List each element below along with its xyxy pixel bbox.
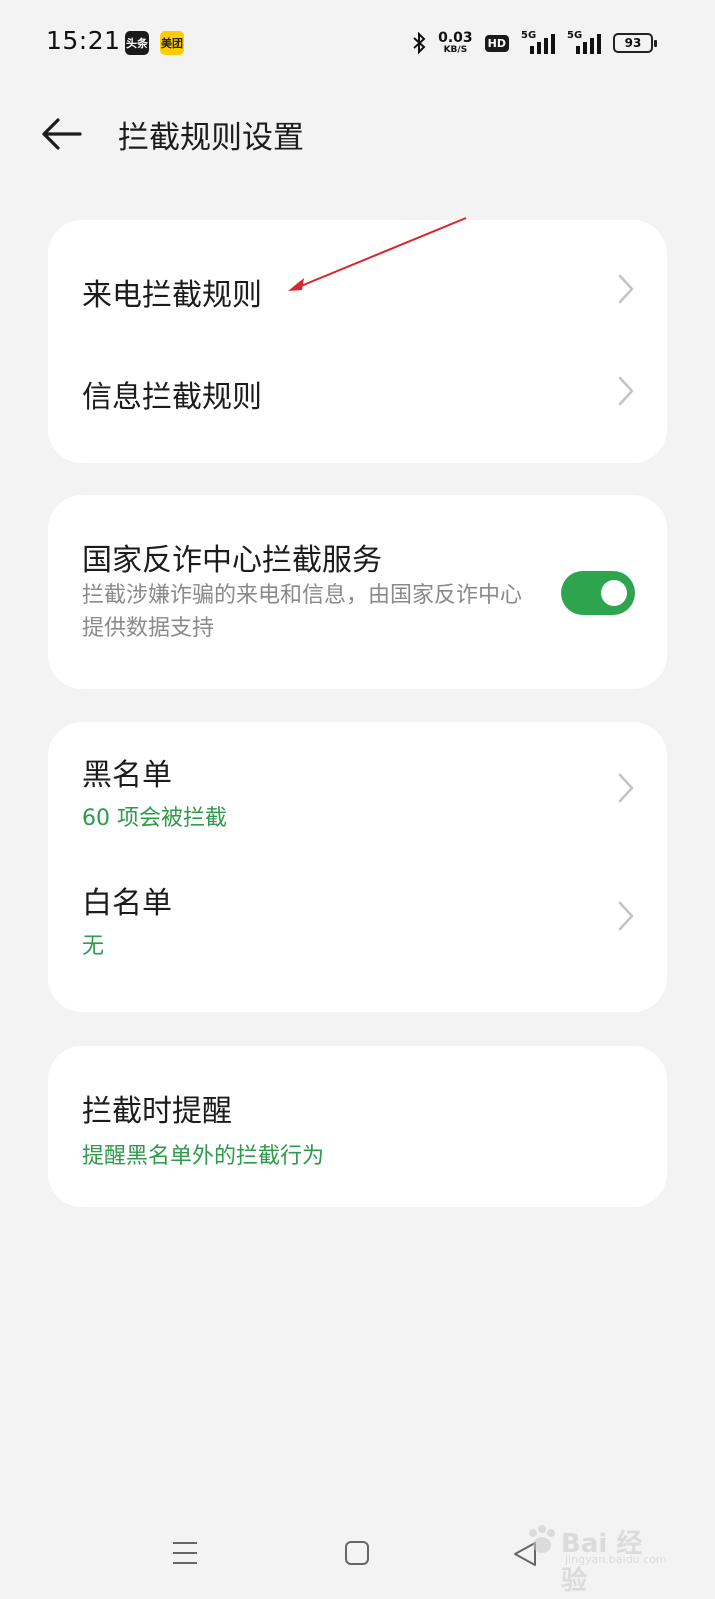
- bluetooth-icon: [412, 31, 426, 55]
- lists-card: 黑名单 60 项会被拦截 白名单 无: [48, 722, 667, 1012]
- back-arrow-icon: [42, 118, 82, 150]
- home-button[interactable]: [344, 1540, 370, 1566]
- hd-voice-icon: HD: [484, 34, 509, 52]
- status-bar: 15:21 头条 美团 0.03 KB/S HD 5G 5G 93: [0, 0, 715, 84]
- chevron-right-icon: [615, 899, 637, 933]
- sms-rules-label: 信息拦截规则: [82, 380, 262, 415]
- blacklist-item[interactable]: 黑名单 60 项会被拦截: [48, 740, 667, 866]
- call-rules-label: 来电拦截规则: [82, 278, 262, 313]
- toutiao-app-icon: 头条: [125, 31, 149, 55]
- annotation-arrow-icon: [288, 217, 467, 291]
- baidu-jingyan-watermark: Bai 经验 jingyan.baidu.com: [525, 1519, 667, 1596]
- signal-strength-icon-2: 5G: [567, 30, 601, 56]
- watermark-sub: jingyan.baidu.com: [565, 1553, 667, 1566]
- chevron-right-icon: [615, 374, 637, 408]
- blacklist-count: 60 项会被拦截: [82, 806, 227, 831]
- chevron-right-icon: [615, 771, 637, 805]
- whitelist-label: 白名单: [82, 886, 172, 921]
- signal-strength-icon-1: 5G: [521, 30, 555, 56]
- antifraud-toggle[interactable]: [561, 571, 635, 615]
- reminder-sub: 提醒黑名单外的拦截行为: [82, 1144, 325, 1169]
- whitelist-count: 无: [82, 934, 105, 959]
- sms-rules-item[interactable]: 信息拦截规则: [48, 342, 667, 442]
- network-speed-unit: KB/S: [443, 45, 468, 55]
- menu-icon: [173, 1542, 197, 1564]
- app-header: 拦截规则设置: [0, 100, 715, 170]
- status-time: 15:21: [46, 26, 121, 55]
- antifraud-description: 拦截涉嫌诈骗的来电和信息，由国家反诈中心提供数据支持: [82, 583, 523, 641]
- reminder-card[interactable]: 拦截时提醒 提醒黑名单外的拦截行为: [48, 1046, 667, 1207]
- status-indicators: 0.03 KB/S HD 5G 5G 93: [412, 26, 657, 60]
- whitelist-item[interactable]: 白名单 无: [48, 868, 667, 994]
- reminder-title: 拦截时提醒: [82, 1094, 232, 1129]
- paw-logo-icon: [529, 1525, 555, 1553]
- meituan-app-icon: 美团: [160, 31, 184, 55]
- network-speed-value: 0.03: [438, 30, 473, 46]
- toggle-knob: [601, 580, 627, 606]
- network-speed: 0.03 KB/S: [438, 31, 473, 55]
- antifraud-title: 国家反诈中心拦截服务: [82, 543, 382, 578]
- chevron-right-icon: [615, 272, 637, 306]
- recent-apps-button[interactable]: [172, 1540, 198, 1566]
- blacklist-label: 黑名单: [82, 758, 172, 793]
- square-home-icon: [345, 1541, 369, 1565]
- battery-icon: 93: [613, 33, 657, 53]
- antifraud-card: 国家反诈中心拦截服务 拦截涉嫌诈骗的来电和信息，由国家反诈中心提供数据支持: [48, 495, 667, 689]
- back-button[interactable]: [40, 114, 86, 154]
- page-title: 拦截规则设置: [118, 120, 304, 156]
